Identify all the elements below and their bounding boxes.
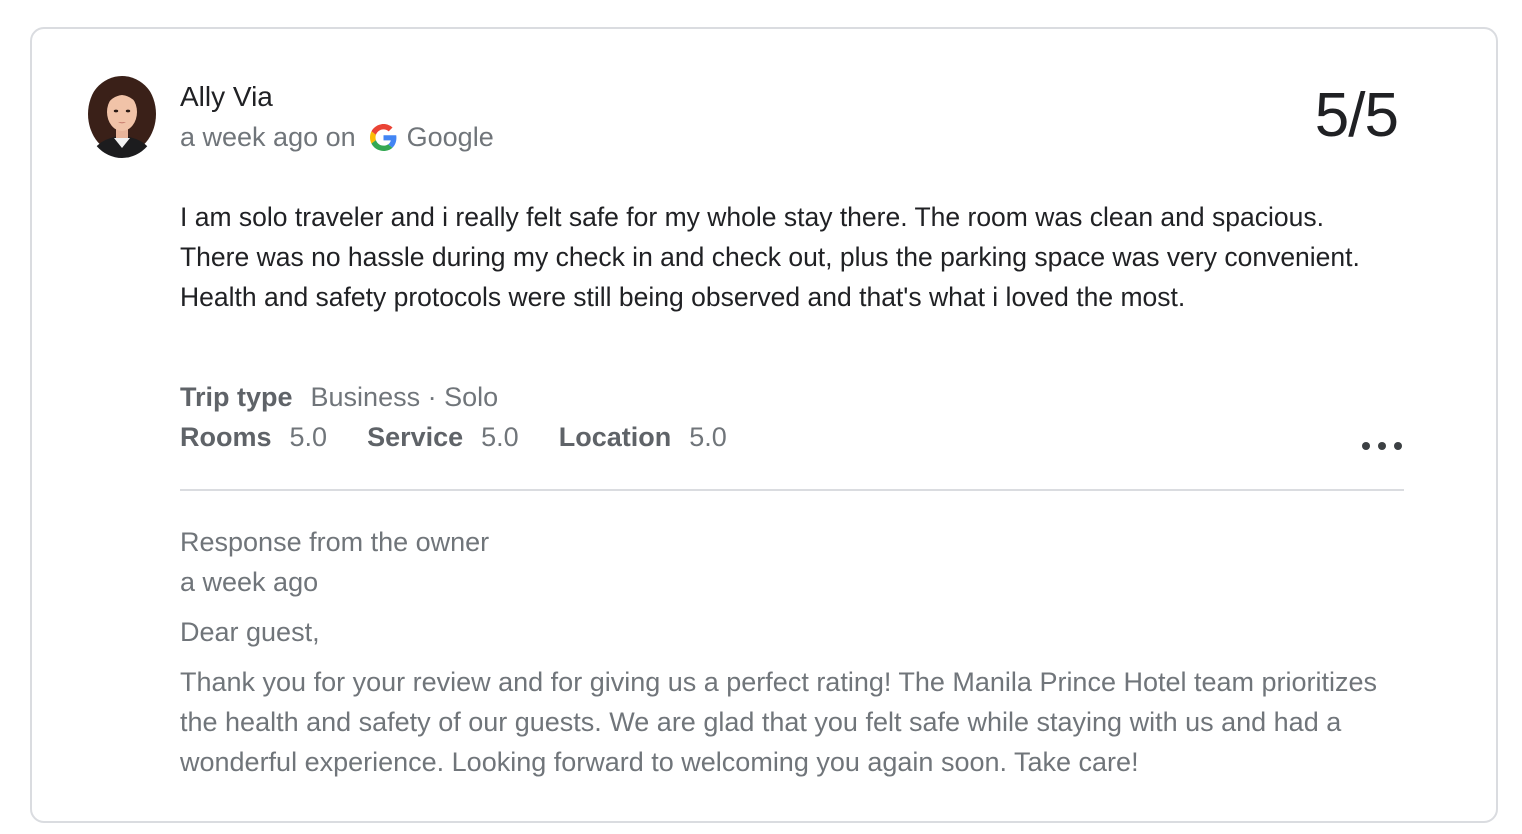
rating-label: Location: [558, 422, 672, 452]
rating-service: Service 5.0: [367, 419, 519, 455]
rating-value: 5.0: [481, 422, 519, 452]
owner-response-body: Thank you for your review and for giving…: [180, 667, 1378, 777]
more-horizontal-icon: [1362, 442, 1370, 450]
google-g-icon: [369, 123, 397, 151]
review-source: Google: [406, 122, 494, 152]
review-meta: a week ago on Google: [180, 119, 494, 155]
more-horizontal-icon: [1394, 442, 1402, 450]
rating-value: 5.0: [289, 422, 328, 452]
more-horizontal-icon: [1378, 442, 1386, 450]
trip-type-value: Business · Solo: [310, 382, 499, 412]
owner-response-title: Response from the owner: [180, 527, 490, 557]
review-text: I am solo traveler and i really felt saf…: [180, 202, 1360, 312]
review-score: 5/5: [1314, 81, 1399, 150]
review-card: Ally Via a week ago on Google 5/5 I am s…: [30, 27, 1498, 823]
rating-label: Rooms: [180, 422, 272, 452]
review-time: a week ago on: [180, 122, 356, 152]
trip-type-row: Trip type Business · Solo: [180, 379, 498, 415]
avatar-image: [86, 76, 158, 158]
divider: [180, 489, 1404, 491]
reviewer-avatar[interactable]: [86, 76, 158, 158]
rating-label: Service: [367, 422, 464, 452]
rating-value: 5.0: [689, 422, 727, 452]
trip-type-label: Trip type: [180, 382, 293, 412]
reviewer-name[interactable]: Ally Via: [180, 79, 273, 115]
rating-rooms: Rooms 5.0: [180, 419, 327, 455]
owner-response-greeting: Dear guest,: [180, 617, 320, 647]
rating-location: Location 5.0: [559, 419, 727, 455]
category-ratings-row: Rooms 5.0 Service 5.0 Location 5.0: [180, 419, 767, 455]
owner-response-time: a week ago: [180, 567, 319, 597]
more-options-button[interactable]: [1362, 431, 1402, 461]
